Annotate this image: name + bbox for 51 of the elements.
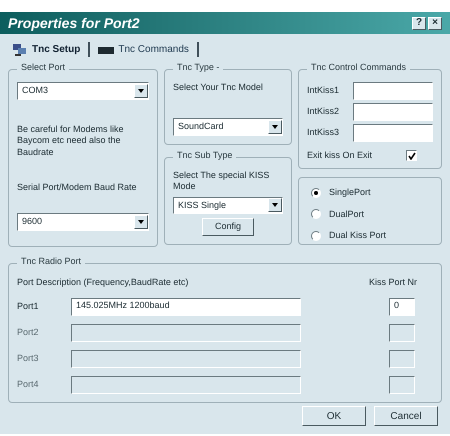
radio-button[interactable] (311, 188, 321, 198)
port-label: Port2 (17, 326, 40, 339)
dropdown-field[interactable]: SoundCard (173, 118, 283, 136)
radio-button[interactable] (311, 230, 321, 241)
port-label: Port1 (17, 300, 40, 313)
window-title: Properties for Port2 (8, 14, 140, 33)
text-field[interactable]: 145.025MHz 1200baud (71, 298, 301, 316)
group-title: Select Port (17, 63, 70, 72)
tab[interactable]: Tnc Setup (8, 42, 90, 57)
tab[interactable]: Tnc Commands (94, 42, 199, 57)
cancel-button[interactable]: Cancel (374, 406, 438, 426)
text-field[interactable] (71, 376, 301, 394)
text-field[interactable] (353, 124, 433, 142)
text-field[interactable] (389, 350, 415, 368)
field-label: IntKiss1 (307, 84, 340, 98)
port-label: Port3 (17, 352, 40, 365)
ok-button[interactable]: OK (302, 406, 366, 426)
baud-label: Serial Port/Modem Baud Rate (17, 182, 138, 193)
text-field[interactable] (389, 376, 415, 394)
field-label: IntKiss2 (307, 105, 340, 118)
radio-label: DualPort (329, 208, 364, 220)
close-button[interactable]: × (428, 16, 442, 30)
checkbox[interactable] (406, 150, 417, 162)
config-button[interactable]: Config (202, 218, 254, 236)
text-field[interactable] (71, 324, 301, 342)
port-label: Port4 (17, 378, 40, 391)
group-title: Tnc Type - (173, 63, 224, 72)
note-text: Be careful for Modems like Baycom etc need also the Baudrate (17, 124, 125, 158)
group-title: Tnc Sub Type (173, 151, 236, 160)
tnc-type-hint: Select Your Tnc Model (173, 82, 264, 94)
radio-label: Dual Kiss Port (329, 229, 386, 242)
sub-type-hint: Select The special KISS Mode (173, 170, 270, 192)
group-title: Tnc Control Commands (307, 63, 410, 72)
network-icon (12, 42, 28, 56)
text-field[interactable] (353, 103, 433, 121)
checkbox-label: Exit kiss On Exit (307, 149, 374, 162)
dropdown-field[interactable]: COM3 (17, 82, 149, 100)
text-field[interactable] (353, 82, 433, 100)
radio-button[interactable] (311, 209, 321, 220)
dropdown-field[interactable]: KISS Single (173, 196, 283, 214)
field-label: IntKiss3 (307, 126, 340, 140)
device-icon (98, 44, 114, 54)
group-title: Tnc Radio Port (17, 257, 86, 266)
text-field[interactable]: 0 (389, 298, 415, 316)
column-header: Port Description (Frequency,BaudRate etc) (17, 276, 190, 289)
dropdown-field[interactable]: 9600 (17, 213, 149, 231)
text-field[interactable] (71, 350, 301, 368)
help-button[interactable]: ? (412, 16, 426, 30)
radio-label: SinglePort (329, 186, 371, 199)
text-field[interactable] (389, 324, 415, 342)
column-header: Kiss Port Nr (369, 276, 418, 289)
